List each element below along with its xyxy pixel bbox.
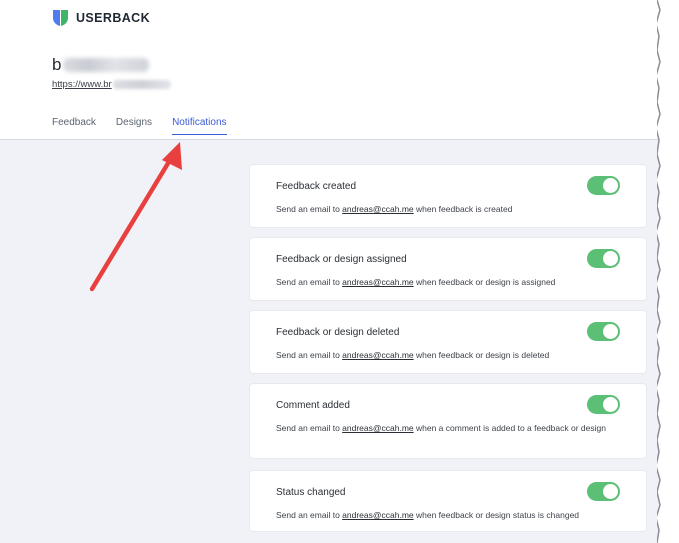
notification-description: Send an email to andreas@ccah.me when fe…: [276, 510, 580, 520]
notification-card-status-changed: Status changed Send an email to andreas@…: [250, 471, 646, 531]
notification-toggle[interactable]: [587, 482, 620, 501]
toggle-knob: [603, 324, 618, 339]
torn-edge: [657, 0, 679, 543]
notification-toggle[interactable]: [587, 176, 620, 195]
brand-name: USERBACK: [76, 11, 151, 25]
notification-description: Send an email to andreas@ccah.me when fe…: [276, 350, 550, 360]
tab-notifications[interactable]: Notifications: [172, 117, 227, 135]
notification-toggle[interactable]: [587, 395, 620, 414]
notification-card-feedback-assigned: Feedback or design assigned Send an emai…: [250, 238, 646, 300]
project-tabs: Feedback Designs Notifications: [52, 117, 227, 135]
notification-title: Feedback or design deleted: [276, 327, 400, 338]
toggle-knob: [603, 484, 618, 499]
email-link[interactable]: andreas@ccah.me: [342, 350, 413, 360]
site-name: b: [52, 55, 150, 75]
toggle-knob: [603, 251, 618, 266]
notification-title: Feedback created: [276, 181, 357, 192]
site-url-prefix: https://www.br: [52, 79, 112, 90]
site-name-prefix: b: [52, 55, 62, 74]
redacted-site-name: [63, 58, 150, 72]
shield-logo-icon: [53, 10, 68, 26]
notification-description: Send an email to andreas@ccah.me when fe…: [276, 277, 556, 287]
tab-designs[interactable]: Designs: [116, 117, 152, 135]
toggle-knob: [603, 397, 618, 412]
notification-toggle[interactable]: [587, 322, 620, 341]
notification-card-comment-added: Comment added Send an email to andreas@c…: [250, 384, 646, 458]
notification-description: Send an email to andreas@ccah.me when fe…: [276, 204, 513, 214]
redacted-site-url: [112, 80, 171, 89]
tab-feedback[interactable]: Feedback: [52, 117, 96, 135]
email-link[interactable]: andreas@ccah.me: [342, 204, 413, 214]
notification-toggle[interactable]: [587, 249, 620, 268]
notifications-panel: Feedback created Send an email to andrea…: [0, 140, 660, 543]
notification-card-feedback-deleted: Feedback or design deleted Send an email…: [250, 311, 646, 373]
brand[interactable]: USERBACK: [52, 9, 150, 27]
email-link[interactable]: andreas@ccah.me: [342, 277, 413, 287]
notification-description: Send an email to andreas@ccah.me when a …: [276, 423, 606, 433]
site-url-link[interactable]: https://www.br: [52, 79, 171, 90]
toggle-knob: [603, 178, 618, 193]
notification-title: Comment added: [276, 400, 350, 411]
email-link[interactable]: andreas@ccah.me: [342, 510, 413, 520]
app-header: USERBACK b https://www.br Feedback Desig…: [0, 0, 660, 140]
email-link[interactable]: andreas@ccah.me: [342, 423, 413, 433]
notification-card-feedback-created: Feedback created Send an email to andrea…: [250, 165, 646, 227]
notification-title: Status changed: [276, 487, 346, 498]
notification-title: Feedback or design assigned: [276, 254, 407, 265]
